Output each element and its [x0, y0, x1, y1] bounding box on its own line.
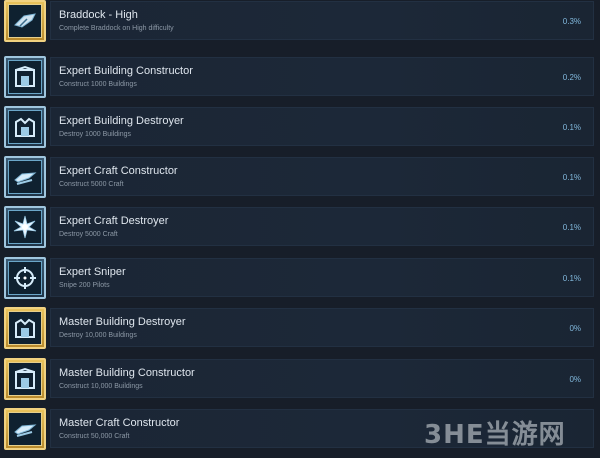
building-construct-icon — [15, 367, 35, 389]
achievement-panel: Expert Building Constructor Construct 10… — [50, 57, 594, 96]
achievement-badge — [4, 257, 46, 299]
watermark-logo: 3HE当游网 — [424, 420, 566, 450]
achievement-name: Master Craft Constructor — [59, 417, 180, 429]
achievement-row[interactable]: Expert Sniper Snipe 200 Pilots 0.1% — [0, 257, 600, 307]
achievement-name: Expert Building Constructor — [59, 65, 193, 77]
achievement-row[interactable]: Expert Building Constructor Construct 10… — [0, 56, 600, 106]
achievement-row[interactable]: Master Building Destroyer Destroy 10,000… — [0, 307, 600, 357]
achievement-badge — [4, 307, 46, 349]
achievement-badge — [4, 408, 46, 450]
achievement-description: Construct 5000 Craft — [59, 181, 124, 188]
building-construct-icon — [15, 65, 35, 87]
achievement-description: Snipe 200 Pilots — [59, 282, 110, 289]
craft-icon — [14, 172, 37, 185]
achievement-percent: 0% — [569, 324, 581, 333]
achievement-description: Destroy 5000 Craft — [59, 231, 118, 238]
crosshair-icon — [14, 267, 36, 289]
achievement-percent: 0.3% — [562, 17, 581, 26]
achievement-row[interactable]: Expert Building Destroyer Destroy 1000 B… — [0, 106, 600, 156]
achievement-row[interactable]: Braddock - High Complete Braddock on Hig… — [0, 0, 600, 50]
achievement-percent: 0.2% — [562, 73, 581, 82]
achievement-description: Construct 1000 Buildings — [59, 81, 137, 88]
achievement-badge — [4, 206, 46, 248]
achievement-percent: 0.1% — [562, 173, 581, 182]
achievement-name: Expert Craft Constructor — [59, 165, 178, 177]
achievement-badge — [4, 56, 46, 98]
ship-icon — [14, 13, 36, 28]
achievement-name: Braddock - High — [59, 9, 138, 21]
achievement-badge — [4, 0, 46, 42]
achievement-percent: 0.1% — [562, 223, 581, 232]
achievement-percent: 0.1% — [562, 274, 581, 283]
achievement-badge — [4, 358, 46, 400]
achievement-badge — [4, 106, 46, 148]
achievement-panel: Braddock - High Complete Braddock on Hig… — [50, 1, 594, 40]
achievement-percent: 0% — [569, 375, 581, 384]
achievement-name: Master Building Destroyer — [59, 316, 186, 328]
achievement-name: Expert Craft Destroyer — [59, 215, 169, 227]
achievement-row[interactable]: Expert Craft Destroyer Destroy 5000 Craf… — [0, 206, 600, 256]
achievement-panel: Master Building Destroyer Destroy 10,000… — [50, 308, 594, 347]
building-destroy-icon — [15, 117, 35, 137]
achievement-description: Complete Braddock on High difficulty — [59, 25, 174, 32]
achievement-name: Expert Sniper — [59, 266, 126, 278]
achievement-panel: Expert Building Destroyer Destroy 1000 B… — [50, 107, 594, 146]
achievement-panel: Master Building Constructor Construct 10… — [50, 359, 594, 398]
achievement-description: Construct 10,000 Buildings — [59, 383, 143, 390]
achievement-panel: Expert Craft Constructor Construct 5000 … — [50, 157, 594, 196]
achievement-badge — [4, 156, 46, 198]
achievement-description: Destroy 10,000 Buildings — [59, 332, 137, 339]
achievement-name: Master Building Constructor — [59, 367, 195, 379]
craft-icon — [14, 424, 37, 437]
achievement-panel: Expert Sniper Snipe 200 Pilots 0.1% — [50, 258, 594, 297]
achievement-row[interactable]: Expert Craft Constructor Construct 5000 … — [0, 156, 600, 206]
achievement-name: Expert Building Destroyer — [59, 115, 184, 127]
achievement-description: Destroy 1000 Buildings — [59, 131, 131, 138]
achievement-panel: Expert Craft Destroyer Destroy 5000 Craf… — [50, 207, 594, 246]
building-destroy-icon — [15, 318, 35, 338]
achievement-description: Construct 50,000 Craft — [59, 433, 130, 440]
explosion-icon — [13, 215, 37, 239]
achievement-row[interactable]: Master Building Constructor Construct 10… — [0, 358, 600, 408]
achievement-percent: 0.1% — [562, 123, 581, 132]
